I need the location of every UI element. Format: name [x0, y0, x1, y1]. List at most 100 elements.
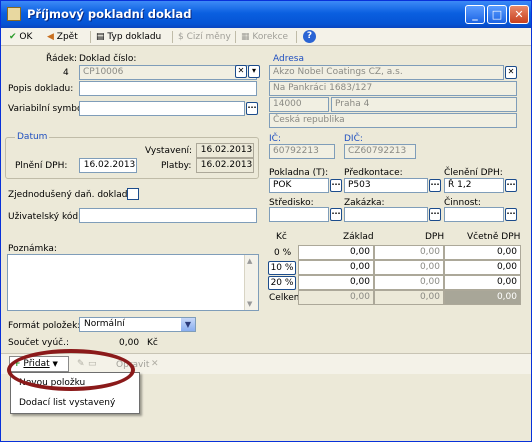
center-picker-button[interactable]: ···: [330, 208, 342, 221]
window-title: Příjmový pokladní doklad: [27, 7, 192, 21]
note-scrollbar[interactable]: ▲ ▼: [244, 255, 258, 310]
doc-number-label: Doklad číslo:: [79, 54, 137, 64]
payment-date-field[interactable]: 16.02.2013: [196, 158, 254, 173]
sum-label: Součet vyúč.:: [8, 338, 69, 348]
correction-icon: ▦: [241, 32, 250, 42]
currency-icon: $: [178, 32, 184, 42]
cash-register-field[interactable]: POK: [269, 178, 329, 193]
row-value: 4: [63, 68, 69, 78]
order-field[interactable]: [344, 207, 428, 222]
payment-date-label: Platby:: [161, 161, 192, 171]
issue-date-field[interactable]: 16.02.2013: [196, 143, 254, 158]
vat-class-field[interactable]: Ř 1,2: [444, 178, 504, 193]
postal-code-field[interactable]: 14000: [269, 97, 329, 112]
user-code-field[interactable]: [79, 208, 257, 223]
dph-row-1-total[interactable]: 0,00: [444, 260, 521, 275]
country-field[interactable]: Česká republika: [269, 113, 517, 128]
sum-unit: Kč: [147, 338, 158, 348]
add-dropdown-menu: Novou položku Dodací list vystavený: [10, 372, 140, 414]
correction-button[interactable]: ▦ Korekce: [241, 30, 288, 44]
simplified-tax-doc-checkbox[interactable]: [127, 188, 139, 200]
doc-number-field[interactable]: CP10006: [79, 65, 257, 80]
dic-field[interactable]: CZ60792213: [344, 144, 416, 159]
variable-symbol-field[interactable]: [79, 101, 245, 116]
tax-date-field[interactable]: 16.02.2013: [79, 158, 137, 173]
check-icon: ✔: [9, 32, 17, 42]
city-field[interactable]: Praha 4: [331, 97, 517, 112]
item-format-value: Normální: [84, 319, 125, 329]
dph-row-0-base[interactable]: 0,00: [298, 245, 374, 260]
dph-row-0-vat[interactable]: 0,00: [374, 245, 444, 260]
dph-header-base: Základ: [343, 232, 374, 242]
ok-button[interactable]: ✔ OK: [9, 30, 32, 44]
address-line2-field[interactable]: Na Pankráci 1683/127: [269, 81, 517, 96]
close-button[interactable]: ✕: [509, 5, 529, 24]
document-icon: ▤: [96, 32, 105, 42]
doc-type-button[interactable]: ▤ Typ dokladu: [96, 30, 161, 44]
correction-label: Korekce: [252, 32, 289, 42]
address-line1-field[interactable]: Akzo Nobel Coatings CZ, a.s.: [269, 65, 504, 80]
item-format-label: Formát položek:: [8, 321, 81, 331]
activity-picker-button[interactable]: ···: [505, 208, 517, 221]
description-label: Popis dokladu:: [8, 84, 74, 94]
predkontace-field[interactable]: P503: [344, 178, 428, 193]
activity-field[interactable]: [444, 207, 504, 222]
menu-item-delivery-note[interactable]: Dodací list vystavený: [11, 395, 139, 412]
add-icon: +: [13, 359, 21, 369]
cash-register-picker-button[interactable]: ···: [330, 179, 342, 192]
dph-row-3-total: 0,00: [444, 290, 521, 305]
add-button[interactable]: + Přidat ▼: [9, 356, 69, 372]
maximize-button[interactable]: □: [487, 5, 507, 24]
simplified-tax-doc-label: Zjednodušený daň. doklad:: [8, 190, 131, 200]
note-label: Poznámka:: [8, 244, 57, 254]
predkontace-picker-button[interactable]: ···: [429, 179, 441, 192]
dph-row-3-vat: 0,00: [374, 290, 444, 305]
description-field[interactable]: [79, 81, 257, 96]
scroll-down-icon[interactable]: ▼: [247, 300, 252, 308]
dph-row-1-base[interactable]: 0,00: [298, 260, 374, 275]
help-icon[interactable]: ?: [303, 30, 316, 43]
center-field[interactable]: [269, 207, 329, 222]
back-label: Zpět: [56, 32, 78, 42]
ok-label: OK: [19, 32, 33, 42]
dph-row-1-button[interactable]: 10 %: [268, 261, 296, 275]
back-button[interactable]: ◀ Zpět: [47, 30, 78, 44]
address-label: Adresa: [273, 54, 304, 64]
title-bar: Příjmový pokladní doklad _ □ ✕: [1, 1, 531, 28]
ic-field[interactable]: 60792213: [269, 144, 335, 159]
address-clear-icon[interactable]: ✕: [505, 66, 517, 79]
app-icon: [7, 7, 21, 21]
dph-row-0-total[interactable]: 0,00: [444, 245, 521, 260]
chevron-down-icon[interactable]: ▼: [181, 318, 195, 331]
foreign-currency-button[interactable]: $ Cizí měny: [178, 30, 231, 44]
delete-icon: ✕: [151, 359, 159, 369]
variable-symbol-picker-button[interactable]: ···: [246, 102, 258, 115]
menu-item-new-item[interactable]: Novou položku: [11, 375, 139, 392]
vat-class-label: Členění DPH:: [444, 168, 503, 178]
dph-row-2-button[interactable]: 20 %: [268, 276, 296, 290]
scroll-up-icon[interactable]: ▲: [247, 257, 252, 265]
dph-row-2-vat[interactable]: 0,00: [374, 275, 444, 290]
dph-row-0-label: 0 %: [274, 248, 292, 258]
item-format-select[interactable]: Normální ▼: [79, 317, 196, 332]
doc-type-label: Typ dokladu: [107, 32, 162, 42]
add-label: Přidat: [23, 359, 50, 369]
minimize-button[interactable]: _: [465, 5, 485, 24]
dph-header-currency: Kč: [276, 232, 287, 242]
back-arrow-icon: ◀: [47, 32, 54, 42]
dph-row-2-total[interactable]: 0,00: [444, 275, 521, 290]
dph-row-1-vat[interactable]: 0,00: [374, 260, 444, 275]
add-dropdown-arrow-icon: ▼: [52, 360, 58, 368]
note-textarea[interactable]: ▲ ▼: [7, 254, 259, 311]
control-label[interactable]: Opravit: [116, 360, 149, 370]
dph-header-total: Včetně DPH: [467, 232, 521, 242]
foreign-currency-label: Cizí měny: [186, 32, 231, 42]
address-dropdown-button[interactable]: ▾: [248, 65, 260, 78]
order-picker-button[interactable]: ···: [429, 208, 441, 221]
issue-date-label: Vystavení:: [145, 146, 193, 156]
dph-row-3-base: 0,00: [298, 290, 374, 305]
clear-address-button[interactable]: ✕: [235, 65, 247, 78]
dph-row-2-base[interactable]: 0,00: [298, 275, 374, 290]
toolbar: ✔ OK ◀ Zpět ▤ Typ dokladu $ Cizí měny ▦ …: [1, 28, 531, 46]
vat-class-picker-button[interactable]: ···: [505, 179, 517, 192]
